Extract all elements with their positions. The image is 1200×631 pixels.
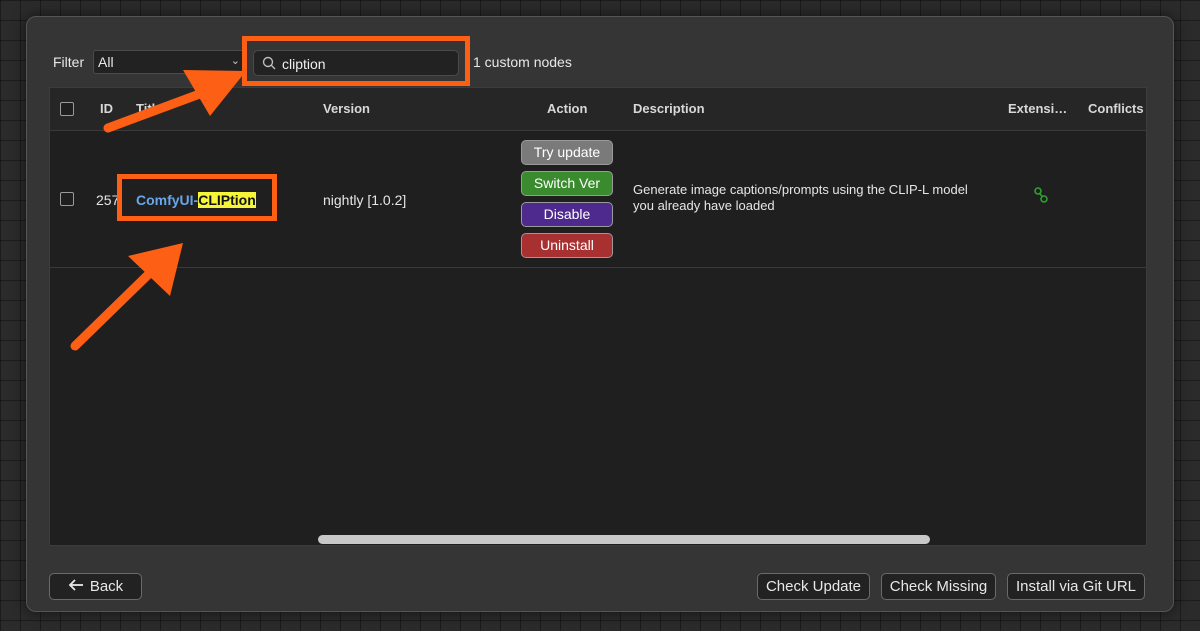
- arrow-to-title: [70, 243, 183, 351]
- annotation-arrows: [70, 70, 246, 351]
- arrow-to-search: [103, 70, 246, 133]
